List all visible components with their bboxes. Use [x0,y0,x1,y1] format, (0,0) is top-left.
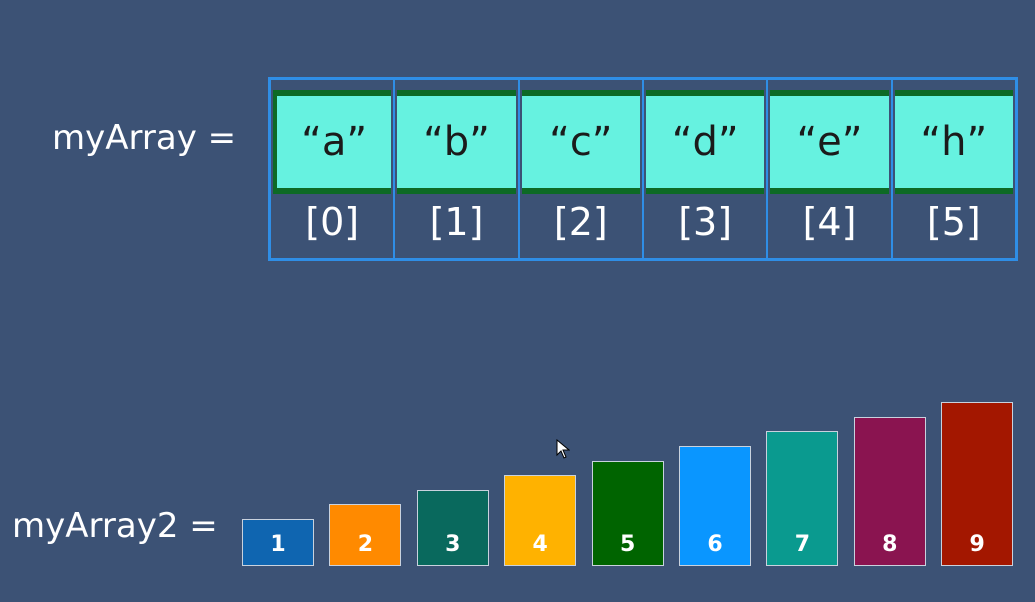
bar-value-label: 9 [969,531,985,557]
value-bar: 7 [766,431,839,566]
value-bar: 5 [591,460,664,566]
bar-value-label: 1 [270,532,286,557]
mouse-pointer-icon [556,438,571,459]
value-bars: 1 2 3 4 5 6 7 8 9 [0,0,1035,602]
bar-value-label: 5 [619,531,636,557]
bar-value-label: 6 [707,532,723,557]
value-bar: 2 [329,504,402,566]
bar-value-label: 8 [882,531,898,557]
value-bar: 4 [504,475,577,566]
value-bar: 9 [941,402,1014,566]
bar-value-label: 4 [532,531,548,557]
value-bar: 1 [242,519,314,566]
value-bar: 3 [416,489,489,566]
value-bar: 8 [853,416,926,566]
bar-value-label: 3 [445,531,461,557]
bar-value-label: 2 [357,531,374,557]
value-bar: 6 [679,446,751,566]
bar-value-label: 7 [794,531,811,557]
